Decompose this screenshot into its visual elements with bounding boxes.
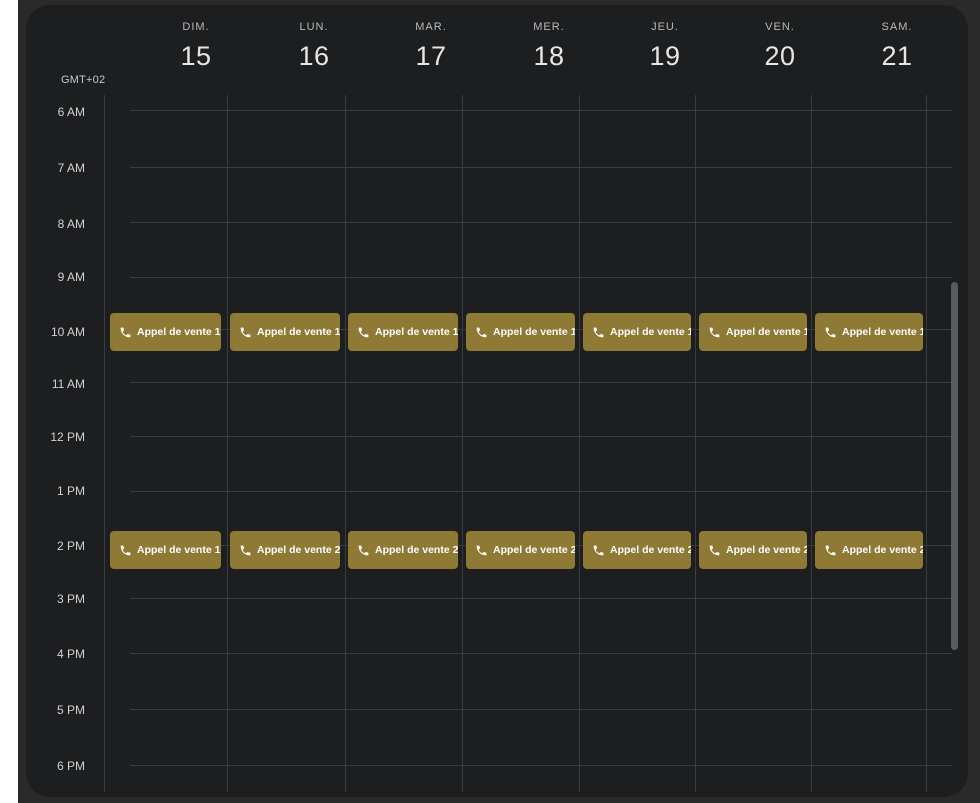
event-title: Appel de vente 2: [493, 544, 575, 556]
time-label: 5 PM: [56, 703, 85, 717]
event-chip[interactable]: Appel de vente 1: [230, 313, 340, 351]
time-label: 9 AM: [57, 270, 85, 284]
phone-icon: [240, 545, 251, 555]
vertical-scrollbar[interactable]: [951, 282, 958, 650]
event-title: Appel de vente 1: [375, 326, 458, 338]
day-number[interactable]: 16: [259, 41, 369, 72]
hour-gridline: [130, 653, 952, 654]
phone-icon: [593, 545, 604, 555]
phone-icon: [476, 327, 487, 337]
event-chip[interactable]: Appel de vente 2: [583, 531, 691, 569]
event-title: Appel de vente 1: [493, 326, 575, 338]
hour-gridline: [130, 765, 952, 766]
event-chip[interactable]: Appel de vente 1: [466, 313, 575, 351]
day-column-divider: [345, 95, 346, 792]
event-chip[interactable]: Appel de vente 1: [110, 531, 221, 569]
time-label: 8 AM: [57, 217, 85, 231]
phone-icon: [358, 327, 369, 337]
calendar-week-view: GMT+02 DIM. 15 LUN. 16 MAR. 17 MER. 18 J…: [26, 5, 968, 797]
phone-icon: [358, 545, 369, 555]
day-column-divider: [462, 95, 463, 792]
day-column-divider: [695, 95, 696, 792]
day-number[interactable]: 17: [376, 41, 486, 72]
event-title: Appel de vente 1: [137, 326, 221, 338]
day-number[interactable]: 19: [610, 41, 720, 72]
day-column-divider: [579, 95, 580, 792]
time-label: 7 AM: [57, 161, 85, 175]
day-of-week: DIM.: [182, 21, 210, 33]
event-title: Appel de vente 2: [842, 544, 923, 556]
day-header-fri[interactable]: VEN. 20: [725, 21, 835, 72]
phone-icon: [825, 327, 836, 337]
hour-gridline: [130, 491, 952, 492]
phone-icon: [825, 545, 836, 555]
timezone-label: GMT+02: [61, 74, 106, 86]
phone-icon: [120, 545, 131, 555]
day-header-wed[interactable]: MER. 18: [494, 21, 604, 72]
day-header-mon[interactable]: LUN. 16: [259, 21, 369, 72]
day-column-divider: [227, 95, 228, 792]
time-label: 6 PM: [56, 759, 85, 773]
event-title: Appel de vente 1: [257, 326, 340, 338]
event-chip[interactable]: Appel de vente 2: [815, 531, 923, 569]
day-of-week: MER.: [533, 21, 565, 33]
day-of-week: LUN.: [299, 21, 329, 33]
day-of-week: VEN.: [765, 21, 795, 33]
time-label: 3 PM: [56, 592, 85, 606]
event-title: Appel de vente 1: [726, 326, 807, 338]
day-number[interactable]: 21: [842, 41, 952, 72]
day-header-sun[interactable]: DIM. 15: [141, 21, 251, 72]
time-label: 6 AM: [57, 105, 85, 119]
day-header-tue[interactable]: MAR. 17: [376, 21, 486, 72]
hour-gridline: [130, 222, 952, 223]
phone-icon: [709, 545, 720, 555]
event-chip[interactable]: Appel de vente 2: [466, 531, 575, 569]
event-chip[interactable]: Appel de vente 2: [230, 531, 340, 569]
day-header-thu[interactable]: JEU. 19: [610, 21, 720, 72]
event-chip[interactable]: Appel de vente 1: [583, 313, 691, 351]
hour-gridline: [130, 277, 952, 278]
time-label: 12 PM: [50, 430, 85, 444]
time-label: 1 PM: [56, 484, 85, 498]
day-column-divider: [926, 95, 927, 792]
phone-icon: [593, 327, 604, 337]
event-title: Appel de vente 2: [726, 544, 807, 556]
day-of-week: MAR.: [415, 21, 447, 33]
phone-icon: [709, 327, 720, 337]
day-column-divider: [104, 95, 105, 792]
hour-gridline: [130, 598, 952, 599]
event-title: Appel de vente 1: [610, 326, 691, 338]
day-column-divider: [811, 95, 812, 792]
event-chip[interactable]: Appel de vente 1: [815, 313, 923, 351]
hour-gridline: [130, 709, 952, 710]
event-title: Appel de vente 2: [257, 544, 340, 556]
hour-gridline: [130, 110, 952, 111]
time-label: 4 PM: [56, 647, 85, 661]
time-label: 10 AM: [50, 325, 85, 339]
hour-gridline: [130, 167, 952, 168]
event-chip[interactable]: Appel de vente 1: [110, 313, 221, 351]
time-label: 2 PM: [56, 539, 85, 553]
phone-icon: [476, 545, 487, 555]
phone-icon: [120, 327, 131, 337]
event-title: Appel de vente 2: [375, 544, 458, 556]
hour-gridline: [130, 436, 952, 437]
phone-icon: [240, 327, 251, 337]
day-of-week: SAM.: [881, 21, 913, 33]
event-title: Appel de vente 1: [137, 544, 221, 556]
event-chip[interactable]: Appel de vente 1: [699, 313, 807, 351]
event-chip[interactable]: Appel de vente 2: [348, 531, 458, 569]
event-title: Appel de vente 2: [610, 544, 691, 556]
hour-gridline: [130, 382, 952, 383]
event-chip[interactable]: Appel de vente 1: [348, 313, 458, 351]
day-number[interactable]: 20: [725, 41, 835, 72]
event-title: Appel de vente 1: [842, 326, 923, 338]
day-number[interactable]: 18: [494, 41, 604, 72]
time-label: 11 AM: [51, 377, 85, 391]
event-chip[interactable]: Appel de vente 2: [699, 531, 807, 569]
day-number[interactable]: 15: [141, 41, 251, 72]
day-header-sat[interactable]: SAM. 21: [842, 21, 952, 72]
day-of-week: JEU.: [651, 21, 679, 33]
